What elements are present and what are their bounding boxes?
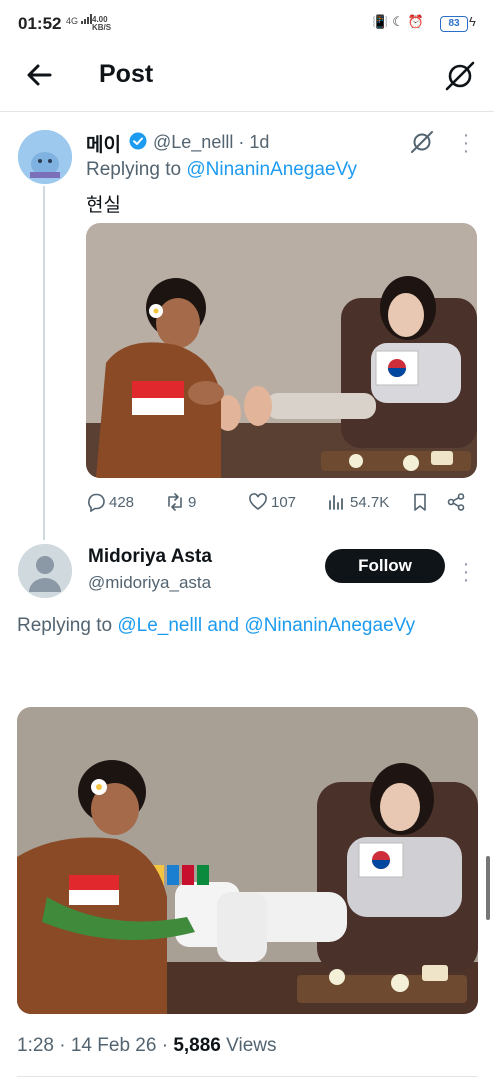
like-icon [249,493,267,510]
replying-to: Replying to @NinaninAnegaeVy [86,159,358,180]
author-handle[interactable]: @midoriya_asta [88,573,211,593]
avatar[interactable] [18,544,72,598]
tweet-image[interactable] [17,707,478,1014]
share-button[interactable] [446,492,466,512]
repost-button[interactable]: 9 [165,492,196,512]
status-icons: 📳☾⏰ [372,14,428,30]
page-title: Post [99,60,154,88]
mention-link[interactable]: @Le_nelll [117,615,202,636]
avatar[interactable] [18,130,72,184]
divider [17,1076,478,1077]
like-button[interactable]: 107 [248,492,296,512]
header-divider [0,111,494,112]
mention-link[interactable]: @NinaninAnegaeVy [186,159,357,180]
tweet-meta: 1:28 · 14 Feb 26 · 5,886 Views [17,1035,277,1056]
bookmark-button[interactable] [410,492,430,512]
views-button[interactable]: 54.7K [327,492,389,512]
author-name[interactable]: 메이 [86,130,121,157]
tweet-text: 현실 [86,195,121,216]
battery-indicator: 83 [440,16,468,32]
author-handle-time[interactable]: @Le_nelll · 1d [153,132,269,153]
network-speed: 4.00 KB/S [92,15,112,32]
tweet-image[interactable] [86,223,477,478]
grok-icon[interactable] [444,60,476,92]
verified-badge-icon [129,132,147,150]
signal-icon [80,14,92,24]
views-icon [329,495,343,510]
share-icon [447,493,465,511]
status-bar: 01:52 4G 4.00 KB/S 📳☾⏰ 83 ϟ [0,0,494,48]
reply-button[interactable]: 428 [86,492,134,512]
charging-icon: ϟ [469,14,476,29]
scrollbar[interactable] [486,856,490,920]
more-icon[interactable]: · · · [460,125,472,161]
reply-icon [88,493,105,512]
alarm-icon: ⏰ [407,14,429,29]
author-name[interactable]: Midoriya Asta [88,546,212,568]
more-icon[interactable]: · · · [460,554,472,590]
repost-icon [168,493,182,511]
back-arrow-icon[interactable] [22,58,56,92]
bookmark-icon [414,493,426,511]
mention-link[interactable]: @NinaninAnegaeVy [244,615,415,636]
vibrate-icon: 📳 [372,14,393,29]
moon-icon: ☾ [392,14,408,29]
thread-line [43,186,45,540]
view-count: 5,886 [173,1035,221,1056]
grok-icon[interactable] [410,130,434,154]
network-type: 4G [66,14,93,26]
replying-to: Replying to @Le_nelll and @NinaninAnegae… [17,615,416,636]
follow-button[interactable]: Follow [325,549,445,583]
status-time: 01:52 [18,14,62,33]
